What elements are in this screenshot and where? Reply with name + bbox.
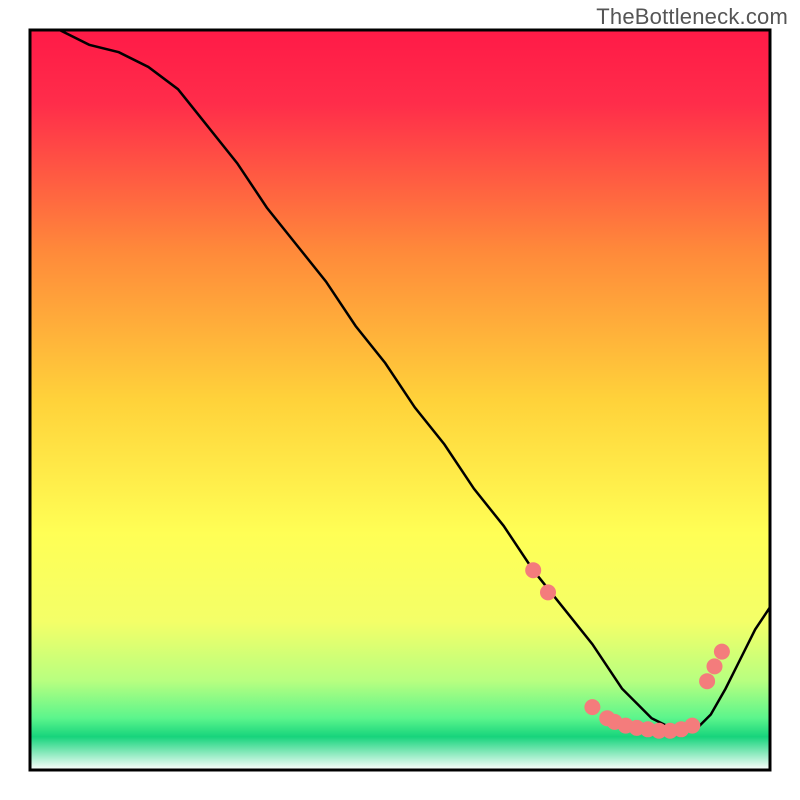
highlight-dot	[707, 658, 723, 674]
watermark-text: TheBottleneck.com	[596, 4, 788, 30]
gradient-background	[30, 30, 770, 770]
highlight-dot	[684, 718, 700, 734]
chart-container: TheBottleneck.com	[0, 0, 800, 800]
highlight-dot	[714, 644, 730, 660]
highlight-dot	[584, 699, 600, 715]
highlight-dot	[699, 673, 715, 689]
bottleneck-chart	[0, 0, 800, 800]
highlight-dot	[525, 562, 541, 578]
highlight-dot	[540, 584, 556, 600]
